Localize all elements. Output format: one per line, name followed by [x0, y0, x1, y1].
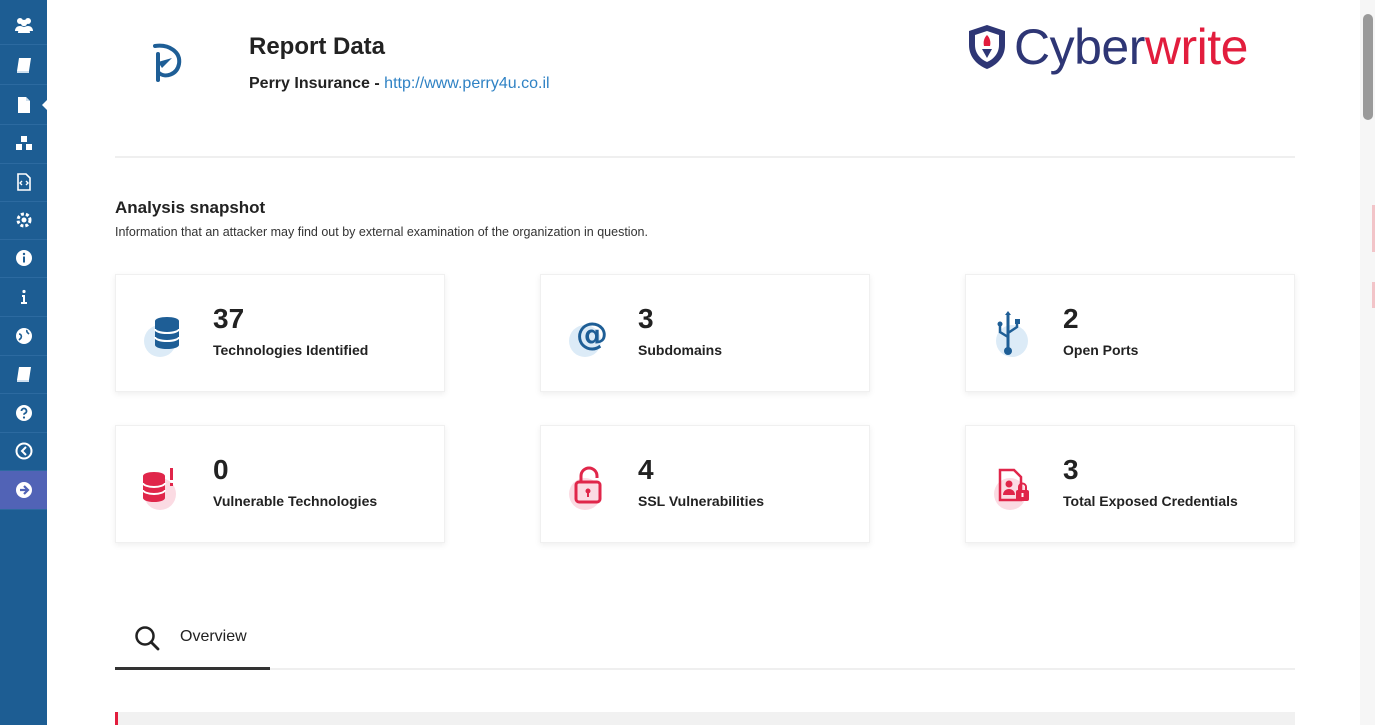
stat-card-ssl-vulnerabilities[interactable]: 4 SSL Vulnerabilities [540, 425, 870, 543]
company-url-link[interactable]: http://www.perry4u.co.il [384, 75, 549, 92]
tabs-divider [115, 668, 1295, 670]
stat-card-exposed-credentials[interactable]: 3 Total Exposed Credentials [965, 425, 1295, 543]
tab-overview[interactable]: Overview [115, 612, 270, 670]
stat-value: 3 [1063, 454, 1079, 485]
stat-value: 0 [213, 454, 229, 485]
sidebar-item-info[interactable] [0, 278, 47, 317]
sidebar-item-info-circle[interactable] [0, 239, 47, 278]
stat-value: 37 [213, 303, 245, 334]
stat-card-technologies[interactable]: 37 Technologies Identified [115, 274, 445, 392]
separator: - [369, 75, 385, 92]
brand-text-cyber: Cyber [1014, 19, 1145, 75]
stat-label: Total Exposed Credentials [1063, 493, 1238, 509]
unlocked-padlock-icon [563, 462, 611, 510]
question-icon [15, 405, 32, 421]
back-arrow-icon [15, 442, 32, 460]
sidebar-item-code-file[interactable] [0, 163, 47, 202]
book-icon [16, 367, 31, 382]
vertical-scrollbar[interactable] [1360, 0, 1375, 725]
sidebar-item-users[interactable] [0, 6, 47, 45]
header-divider [115, 156, 1295, 158]
next-arrow-icon [15, 482, 32, 498]
sidebar-item-next[interactable] [0, 471, 47, 510]
book-icon [16, 58, 31, 73]
overview-panel [115, 712, 1295, 725]
section-description: Information that an attacker may find ou… [115, 225, 648, 239]
brand-text-write: write [1144, 19, 1249, 75]
active-tab-indicator [115, 667, 270, 670]
stat-value: 3 [638, 303, 654, 334]
info-icon [20, 289, 27, 304]
document-icon [17, 97, 30, 113]
company-info: Perry Insurance - http://www.perry4u.co.… [249, 75, 550, 93]
database-alert-icon [138, 462, 186, 510]
locked-file-icon [988, 462, 1036, 510]
at-sign-icon: @ [563, 311, 611, 359]
stat-value: 4 [638, 454, 654, 485]
stat-label: Open Ports [1063, 342, 1139, 358]
sidebar-item-book-2[interactable] [0, 355, 47, 394]
stat-card-subdomains[interactable]: @ 3 Subdomains [540, 274, 870, 392]
stat-value: 2 [1063, 303, 1079, 334]
shield-icon [969, 25, 1005, 69]
brand-logo: Cyberwrite [966, 22, 1248, 72]
sidebar-item-help[interactable] [0, 394, 47, 433]
database-icon [138, 311, 186, 359]
tab-label: Overview [180, 628, 247, 645]
company-logo [145, 40, 191, 86]
usb-icon [988, 311, 1036, 359]
page-title: Report Data [249, 33, 386, 60]
globe-icon [15, 328, 32, 344]
code-file-icon [16, 173, 31, 191]
info-circle-icon [15, 250, 32, 266]
stat-label: SSL Vulnerabilities [638, 493, 765, 509]
users-icon [14, 18, 33, 33]
sidebar-item-back[interactable] [0, 432, 47, 471]
stat-label: Technologies Identified [213, 342, 369, 358]
sidebar-item-cubes[interactable] [0, 125, 47, 164]
stat-card-vulnerable-technologies[interactable]: 0 Vulnerable Technologies [115, 425, 445, 543]
sidebar [0, 0, 48, 725]
stat-card-open-ports[interactable]: 2 Open Ports [965, 274, 1295, 392]
stat-label: Subdomains [638, 342, 723, 358]
sidebar-item-settings[interactable] [0, 201, 47, 240]
sidebar-item-book[interactable] [0, 46, 47, 85]
gear-icon [16, 212, 31, 228]
svg-text:@: @ [576, 315, 608, 353]
search-icon [135, 626, 160, 651]
sidebar-item-globe[interactable] [0, 317, 47, 356]
sidebar-item-document[interactable] [0, 86, 48, 125]
company-name: Perry Insurance [249, 75, 370, 92]
stat-label: Vulnerable Technologies [213, 493, 378, 509]
section-title: Analysis snapshot [115, 198, 266, 217]
cubes-icon [15, 136, 32, 150]
scrollbar-thumb[interactable] [1363, 14, 1373, 120]
